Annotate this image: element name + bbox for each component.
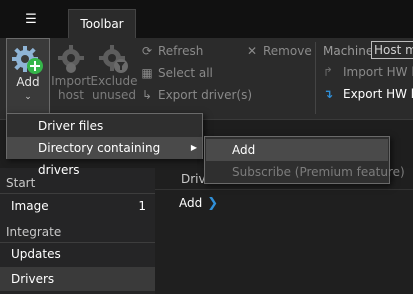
export-hw-icon: ↴ <box>323 87 334 101</box>
export-drivers-label: Export driver(s) <box>158 88 253 102</box>
sidebar-item-image-label: Image <box>11 199 49 213</box>
import-hw-label: Import HW lis <box>343 65 413 79</box>
submenu-item-subscribe-label: Subscribe (Premium feature) <box>232 165 405 179</box>
title-bar: ☰ Toolbar <box>0 0 413 38</box>
import-hw-icon: ↱ <box>323 65 334 79</box>
remove-icon: ✕ <box>246 44 258 58</box>
refresh-button[interactable]: ⟳ Refresh <box>140 44 203 58</box>
gear-arrow-icon <box>58 45 84 73</box>
select-all-label: Select all <box>158 66 213 80</box>
sidebar-item-image-count: 1 <box>138 199 146 213</box>
ribbon-divider <box>315 42 316 114</box>
menu-item-driver-files[interactable]: Driver files <box>7 115 202 137</box>
import-hw-button[interactable]: ↱ Import HW lis <box>323 65 413 79</box>
export-hw-button[interactable]: ↴ Export HW lis <box>323 87 413 101</box>
exclude-unused-label-2: unused <box>91 88 137 102</box>
import-host-label-2: host <box>58 88 84 102</box>
submenu-item-add-label: Add <box>232 143 256 157</box>
machine-field[interactable]: Host ma <box>371 41 413 59</box>
sidebar: Start Image 1 Integrate Updates Drivers <box>0 168 155 294</box>
submenu-arrow-icon: ▶ <box>190 143 197 152</box>
export-icon: ↳ <box>141 88 153 102</box>
sidebar-item-updates-label: Updates <box>11 247 61 261</box>
add-breadcrumb-label: Add <box>179 196 203 210</box>
submenu-item-subscribe[interactable]: Subscribe (Premium feature) <box>206 161 405 183</box>
sidebar-section-integrate: Integrate <box>0 221 155 243</box>
refresh-icon: ⟳ <box>141 44 153 58</box>
add-label: Add <box>16 75 40 89</box>
chevron-right-icon: ❯ <box>207 195 219 211</box>
sidebar-item-drivers-label: Drivers <box>11 272 55 286</box>
sidebar-item-updates[interactable]: Updates <box>0 242 155 266</box>
remove-label: Remove <box>263 44 312 58</box>
chevron-down-icon: ⌄ <box>24 92 32 102</box>
gear-filter-icon <box>99 45 128 73</box>
tab-toolbar[interactable]: Toolbar <box>68 9 136 38</box>
sidebar-item-image[interactable]: Image 1 <box>0 194 155 218</box>
exclude-unused-label-1: Exclude <box>90 74 138 88</box>
machine-label: Machine <box>323 44 374 58</box>
menu-item-directory-containing-drivers[interactable]: Directory containing drivers ▶ <box>7 137 202 177</box>
add-dropdown-menu: Driver files Directory containing driver… <box>6 113 203 177</box>
remove-button[interactable]: ✕ Remove <box>245 44 312 58</box>
tab-toolbar-label: Toolbar <box>80 17 124 31</box>
hamburger-icon[interactable]: ☰ <box>0 0 62 38</box>
export-hw-label: Export HW lis <box>343 87 413 101</box>
exclude-unused-button[interactable]: Exclude unused <box>90 38 138 102</box>
select-all-button[interactable]: ▦ Select all <box>140 66 213 80</box>
gear-plus-icon <box>12 46 43 74</box>
content-area: Driv Add ❯ <box>155 168 413 294</box>
refresh-label: Refresh <box>158 44 204 58</box>
add-breadcrumb[interactable]: Add ❯ <box>179 193 218 213</box>
import-host-button[interactable]: Import host <box>51 38 91 102</box>
ribbon: Add ⌄ Import host Exclude unused ⟳ Refre… <box>0 38 413 120</box>
import-host-label-1: Import <box>51 74 91 88</box>
export-drivers-button[interactable]: ↳ Export driver(s) <box>140 88 252 102</box>
select-all-icon: ▦ <box>141 66 153 80</box>
add-button[interactable]: Add ⌄ <box>6 38 50 120</box>
menu-item-driver-files-label: Driver files <box>38 119 104 133</box>
directory-submenu: Add Subscribe (Premium feature) <box>204 136 405 184</box>
submenu-item-add[interactable]: Add <box>206 139 388 161</box>
sidebar-item-drivers[interactable]: Drivers <box>0 267 155 291</box>
